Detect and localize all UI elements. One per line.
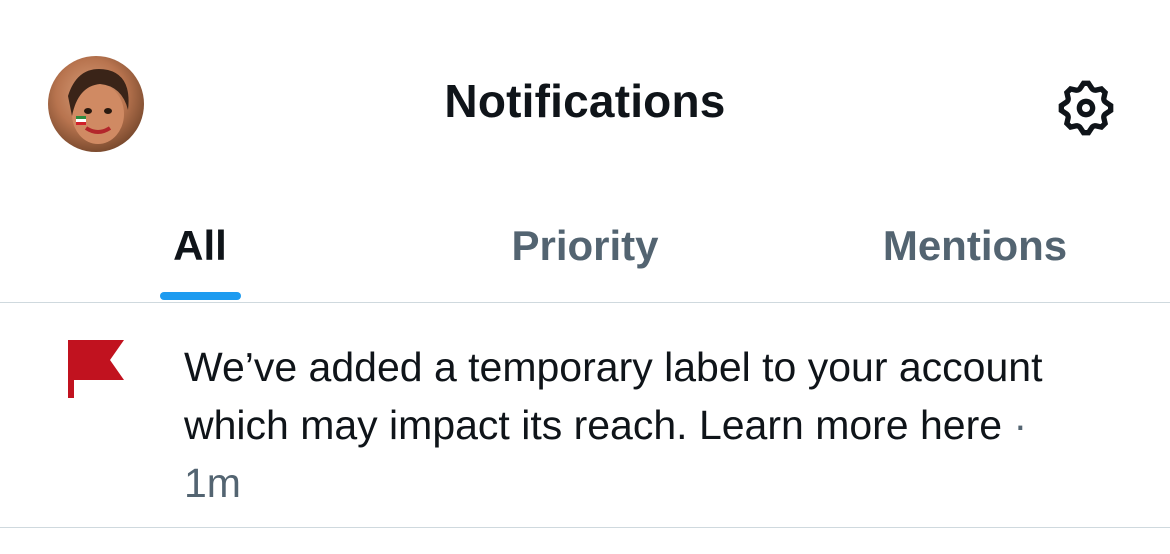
- separator-dot: ·: [1013, 402, 1028, 448]
- settings-button[interactable]: [1050, 72, 1122, 144]
- tab-priority[interactable]: Priority: [390, 190, 780, 302]
- top-bar: Notifications: [0, 0, 1170, 190]
- active-tab-indicator: [160, 292, 241, 300]
- page-title: Notifications: [444, 75, 726, 127]
- notification-timestamp: 1m: [184, 460, 241, 506]
- tab-label: All: [173, 222, 227, 269]
- notification-tabs: All Priority Mentions: [0, 190, 1170, 302]
- flag-icon: [68, 340, 124, 398]
- notification-message[interactable]: We’ve added a temporary label to your ac…: [184, 344, 1042, 448]
- notification-divider: [0, 527, 1170, 528]
- gear-icon: [1058, 80, 1114, 136]
- tab-mentions[interactable]: Mentions: [780, 190, 1170, 302]
- tab-label: Mentions: [882, 222, 1068, 269]
- tab-all[interactable]: All: [0, 190, 400, 302]
- tab-label: Priority: [511, 222, 659, 269]
- notification-text-block: We’ve added a temporary label to your ac…: [184, 338, 1144, 512]
